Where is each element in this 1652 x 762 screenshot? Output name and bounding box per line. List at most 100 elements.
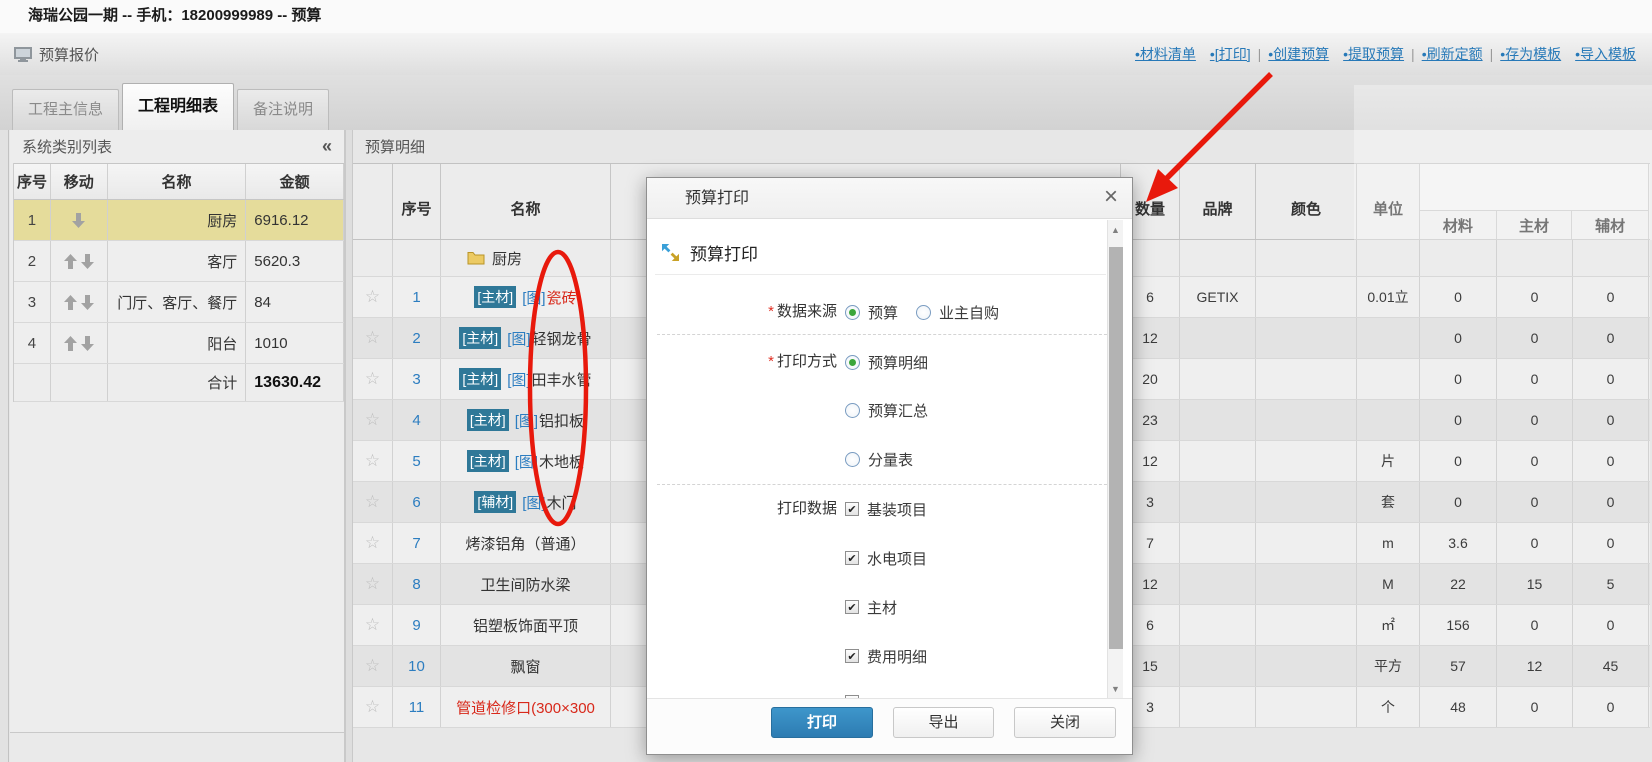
move-up-icon[interactable] [63, 335, 77, 351]
move-down-icon[interactable] [72, 212, 86, 228]
picture-link[interactable]: [图] [507, 328, 530, 349]
print-dialog-titlebar[interactable]: 预算打印 [647, 178, 1132, 219]
budget-item-name: 铝扣板 [539, 412, 585, 430]
toolbar-link[interactable]: •存为模板 [1500, 44, 1561, 64]
category-row[interactable]: 4 阳台 1010 [14, 323, 344, 364]
checkbox-option[interactable]: ✔ 基装项目 [845, 499, 927, 520]
close-icon[interactable]: × [1104, 183, 1118, 211]
radio-option[interactable]: 业主自购 [916, 302, 999, 323]
checkbox-icon[interactable]: ✔ [845, 649, 859, 663]
dialog-scrollbar[interactable]: ▲ ▼ [1107, 220, 1123, 699]
star-icon[interactable]: ☆ [365, 287, 380, 307]
star-icon[interactable]: ☆ [365, 328, 380, 348]
tab-0[interactable]: 工程主信息 [12, 89, 120, 130]
col-header-unit: 单位 [1357, 164, 1420, 239]
checkbox-icon[interactable]: ✔ [845, 502, 859, 516]
panel-splitter[interactable] [345, 130, 353, 762]
material-type-badge: [主材] [466, 409, 509, 431]
radio-icon[interactable] [845, 451, 860, 467]
scrollbar-thumb[interactable] [1109, 247, 1123, 649]
category-row[interactable]: 2 客厅 5620.3 [14, 241, 344, 282]
star-icon[interactable]: ☆ [365, 451, 380, 471]
left-splitter[interactable] [0, 130, 9, 762]
budget-row-material-price: 48 [1420, 687, 1497, 727]
budget-item-name: 瓷砖 [546, 289, 577, 307]
radio-icon[interactable] [845, 304, 860, 320]
picture-link[interactable]: [图] [522, 492, 545, 513]
picture-link[interactable]: [图] [522, 287, 545, 308]
radio-option[interactable]: 预算 [845, 302, 898, 323]
print-button[interactable]: 打印 [771, 707, 873, 738]
scroll-up-icon[interactable]: ▲ [1108, 222, 1123, 238]
budget-row-unit: 平方 [1357, 646, 1420, 686]
scroll-down-icon[interactable]: ▼ [1108, 681, 1123, 697]
section-divider [657, 484, 1122, 485]
checkbox-label: 费用明细 [867, 648, 928, 666]
form-row: * 数据来源 预算 业主自购 [647, 299, 1102, 325]
budget-row-aux-price: 0 [1573, 318, 1649, 358]
category-row-move [51, 323, 108, 363]
star-icon[interactable]: ☆ [365, 533, 380, 553]
move-up-icon[interactable] [63, 294, 77, 310]
checkbox-option[interactable]: ✔ 主材 [845, 597, 897, 618]
toolbar-link[interactable]: •提取预算 [1343, 44, 1404, 64]
toolbar-link[interactable]: •[打印] [1210, 44, 1251, 64]
checkbox-icon[interactable]: ✔ [845, 600, 859, 614]
picture-link[interactable]: [图] [515, 410, 538, 431]
tab-1[interactable]: 工程明细表 [122, 83, 235, 130]
move-down-icon[interactable] [80, 253, 94, 269]
checkbox-icon[interactable]: ✔ [845, 551, 859, 565]
toolbar-link[interactable]: •导入模板 [1575, 44, 1636, 64]
radio-option[interactable]: 预算汇总 [845, 400, 928, 421]
move-down-icon[interactable] [80, 294, 94, 310]
collapse-panel-icon[interactable]: « [322, 136, 332, 157]
checkbox-option[interactable]: ✔ 费用明细 [845, 646, 927, 667]
form-row: 打印数据 ✔ 基装项目 [647, 496, 1102, 522]
move-up-icon[interactable] [63, 253, 77, 269]
budget-row-index: 11 [393, 687, 441, 727]
star-icon[interactable]: ☆ [365, 492, 380, 512]
move-down-icon[interactable] [80, 335, 94, 351]
print-dialog-heading-text: 预算打印 [690, 245, 758, 264]
picture-link[interactable]: [图] [515, 451, 538, 472]
radio-icon[interactable] [845, 402, 860, 418]
close-button[interactable]: 关闭 [1014, 707, 1116, 738]
budget-row-color [1256, 646, 1357, 686]
radio-icon[interactable] [845, 354, 860, 370]
col-header-brand: 品牌 [1180, 164, 1256, 239]
budget-item-name: 飘窗 [510, 658, 541, 676]
toolbar-link-divider: | [1257, 46, 1262, 62]
checkmark-icon: ✔ [847, 552, 857, 565]
tab-2[interactable]: 备注说明 [237, 89, 330, 130]
budget-row-material-price: 3.6 [1420, 523, 1497, 563]
star-icon[interactable]: ☆ [365, 656, 380, 676]
checkbox-option[interactable]: ✔ 水电项目 [845, 548, 927, 569]
radio-icon[interactable] [916, 304, 932, 320]
form-row: ✔ 水电项目 [647, 545, 1102, 571]
budget-row-material-price: 0 [1420, 441, 1497, 481]
budget-row-color [1256, 605, 1357, 645]
export-button[interactable]: 导出 [893, 707, 994, 738]
form-controls: ✔ 水电项目 [845, 545, 945, 571]
category-panel: 系统类别列表 « 序号 移动 名称 金额 1 厨房 6916.12 2 客厅 5620.3… [10, 130, 345, 762]
star-icon[interactable]: ☆ [365, 369, 380, 389]
star-icon[interactable]: ☆ [365, 697, 380, 717]
toolbar-link[interactable]: •创建预算 [1268, 44, 1329, 64]
budget-row-name-cell: 铝塑板饰面平顶 [441, 605, 611, 645]
star-icon[interactable]: ☆ [365, 615, 380, 635]
radio-option[interactable]: 预算明细 [845, 352, 928, 373]
picture-link[interactable]: [图] [507, 369, 530, 390]
toolbar-link[interactable]: •刷新定额 [1422, 44, 1483, 64]
section-divider [657, 334, 1122, 335]
toolbar-link[interactable]: •材料清单 [1135, 44, 1196, 64]
budget-row-name-cell: 卫生间防水梁 [441, 564, 611, 604]
budget-row-unit: M [1357, 564, 1420, 604]
category-row[interactable]: 3 门厅、客厅、餐厅 84 [14, 282, 344, 323]
category-row[interactable]: 1 厨房 6916.12 [14, 200, 344, 241]
star-icon[interactable]: ☆ [365, 574, 380, 594]
col-header-amount: 金额 [246, 164, 344, 199]
print-dialog-heading: 预算打印 [661, 240, 758, 265]
star-icon[interactable]: ☆ [365, 410, 380, 430]
radio-option[interactable]: 分量表 [845, 449, 913, 470]
budget-row-star-cell: ☆ [353, 400, 393, 440]
